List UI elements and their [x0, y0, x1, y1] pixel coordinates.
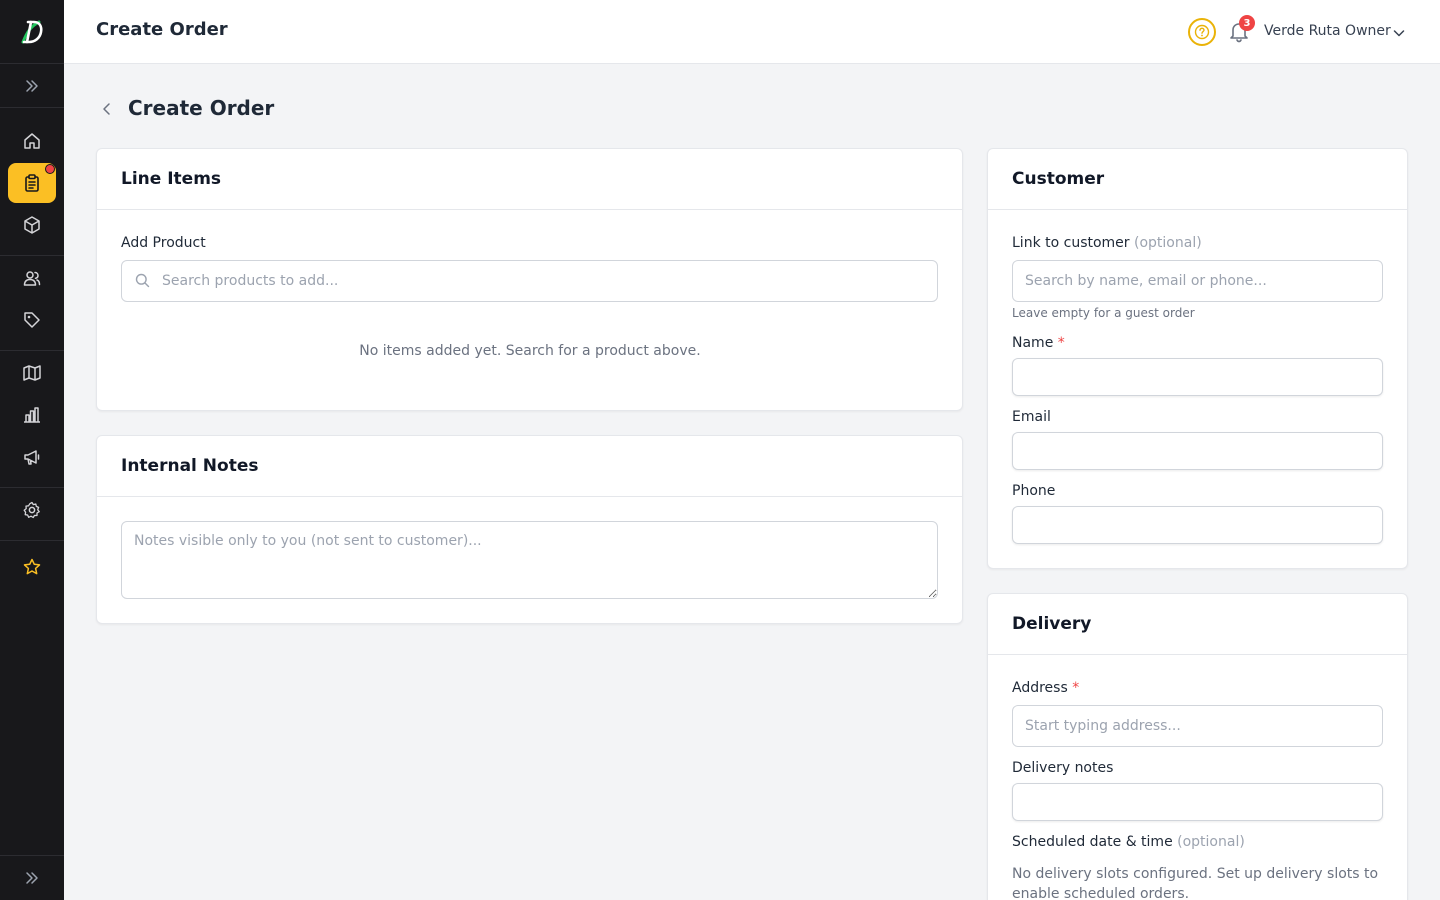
home-icon — [24, 133, 40, 149]
name-label-text: Name — [1012, 335, 1054, 351]
sidebar-item-orders[interactable] — [8, 163, 56, 203]
product-search-input[interactable] — [121, 260, 938, 302]
help-button[interactable] — [1188, 18, 1216, 46]
sidebar-item-customers[interactable] — [8, 258, 56, 298]
sidebar-item-marketing[interactable] — [8, 437, 56, 477]
delivery-notes-field[interactable] — [1012, 783, 1383, 821]
link-customer-label-text: Link to customer — [1012, 235, 1130, 251]
sidebar-divider — [0, 350, 64, 351]
delivery-card: Delivery Address * Delivery notes Schedu… — [987, 593, 1408, 900]
internal-notes-title: Internal Notes — [97, 436, 962, 497]
customer-title: Customer — [988, 149, 1407, 210]
name-field[interactable] — [1012, 358, 1383, 396]
chevron-down-icon — [1393, 30, 1405, 37]
sidebar-expand-button[interactable] — [0, 64, 64, 108]
notification-count-badge: 3 — [1239, 15, 1255, 31]
address-label-text: Address — [1012, 680, 1068, 696]
tag-icon — [24, 312, 40, 328]
box-icon — [24, 216, 40, 234]
required-mark: * — [1057, 335, 1065, 351]
megaphone-icon — [24, 450, 40, 465]
sidebar-item-discounts[interactable] — [8, 300, 56, 340]
schedule-label: Scheduled date & time (optional) — [1012, 834, 1245, 850]
sidebar-item-favorites[interactable] — [8, 547, 56, 587]
line-items-title: Line Items — [97, 149, 962, 210]
user-menu-toggle[interactable] — [1392, 25, 1406, 44]
sidebar-item-map[interactable] — [8, 353, 56, 393]
topbar-title: Create Order — [96, 19, 228, 40]
sidebar-item-analytics[interactable] — [8, 395, 56, 435]
required-mark: * — [1072, 680, 1080, 696]
sidebar-item-settings[interactable] — [8, 490, 56, 530]
internal-notes-textarea[interactable] — [121, 521, 938, 599]
optional-tag: (optional) — [1177, 834, 1245, 850]
star-icon — [23, 558, 41, 575]
sidebar-collapse-button[interactable] — [0, 855, 64, 900]
logo-icon — [21, 20, 43, 43]
sidebar-item-products[interactable] — [8, 205, 56, 245]
no-delivery-slots-message: No delivery slots configured. Set up del… — [1012, 866, 1379, 900]
orders-icon — [25, 174, 39, 192]
map-icon — [23, 365, 41, 381]
user-menu-name[interactable]: Verde Ruta Owner — [1264, 23, 1391, 39]
sidebar-divider — [0, 255, 64, 256]
address-input[interactable] — [1012, 705, 1383, 747]
optional-tag: (optional) — [1134, 235, 1202, 251]
add-product-label: Add Product — [121, 235, 206, 251]
app-logo[interactable] — [0, 0, 64, 64]
chart-icon — [24, 407, 40, 423]
empty-items-message: No items added yet. Search for a product… — [359, 343, 701, 359]
page-title: Create Order — [128, 96, 275, 120]
name-label: Name * — [1012, 335, 1065, 351]
customer-card: Customer Link to customer (optional) Lea… — [987, 148, 1408, 569]
sidebar — [0, 0, 64, 900]
customer-search-input[interactable] — [1012, 260, 1383, 302]
product-search-wrapper — [121, 260, 938, 302]
back-button[interactable] — [96, 98, 118, 120]
users-icon — [23, 271, 41, 286]
sidebar-divider — [0, 540, 64, 541]
phone-label: Phone — [1012, 483, 1056, 499]
sidebar-item-home[interactable] — [8, 121, 56, 161]
phone-field[interactable] — [1012, 506, 1383, 544]
line-items-card: Line Items Add Product No items added ye… — [96, 148, 963, 411]
delivery-notes-label: Delivery notes — [1012, 760, 1114, 776]
help-icon — [1194, 24, 1210, 40]
orders-notification-dot — [45, 164, 55, 174]
email-label: Email — [1012, 409, 1051, 425]
sidebar-divider — [0, 487, 64, 488]
address-label: Address * — [1012, 680, 1079, 696]
gear-icon — [23, 501, 40, 519]
search-icon — [135, 273, 150, 292]
guest-order-hint: Leave empty for a guest order — [1012, 306, 1195, 320]
internal-notes-card: Internal Notes — [96, 435, 963, 624]
email-field[interactable] — [1012, 432, 1383, 470]
delivery-title: Delivery — [988, 594, 1407, 655]
chevrons-right-icon — [26, 79, 38, 92]
top-bar: Create Order 3 Verde Ruta Owner — [64, 0, 1440, 64]
chevrons-right-icon — [26, 872, 38, 884]
chevron-left-icon — [103, 103, 110, 115]
link-customer-label: Link to customer (optional) — [1012, 235, 1202, 251]
schedule-label-text: Scheduled date & time — [1012, 834, 1173, 850]
